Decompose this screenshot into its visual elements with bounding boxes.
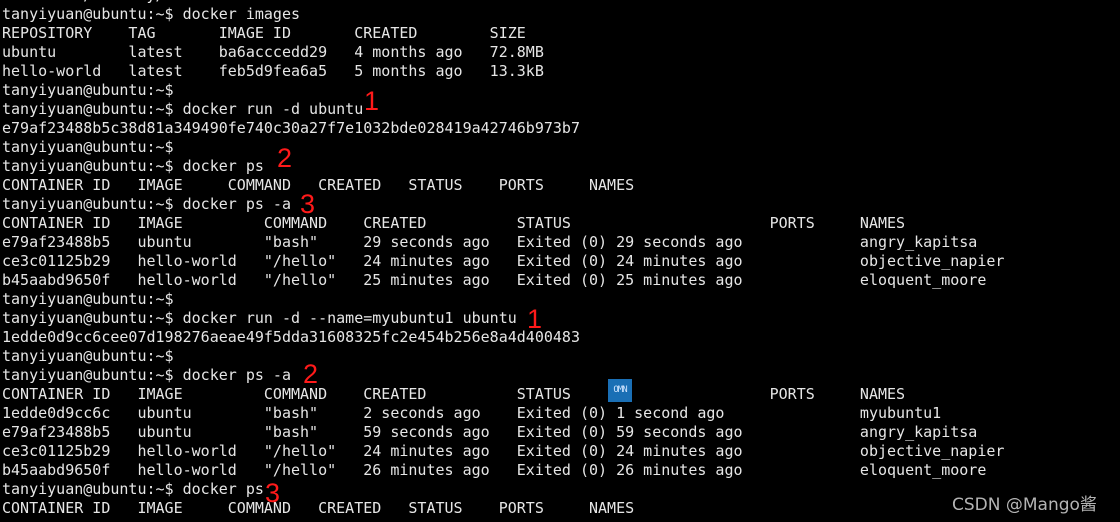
prompt-line: tanyiyuan@ubuntu:~$ docker ps -a: [2, 366, 291, 384]
output-line: b45aabd9650f hello-world "/hello" 26 min…: [2, 461, 987, 479]
output-line: ubuntu latest ba6acccedd29 4 months ago …: [2, 43, 544, 61]
output-line: CONTAINER ID IMAGE COMMAND CREATED STATU…: [2, 176, 635, 194]
output-line: 1edde0d9cc6c ubuntu "bash" 2 seconds ago…: [2, 404, 942, 422]
prompt-line: tanyiyuan@ubuntu:~$ docker ps -a: [2, 195, 291, 213]
output-line: ce3c01125b29 hello-world "/hello" 24 min…: [2, 252, 1005, 270]
output-line: CONTAINER ID IMAGE COMMAND CREATED STATU…: [2, 499, 635, 517]
annotation-number: 3: [300, 189, 316, 219]
output-line: 1edde0d9cc6cee07d198276aeae49f5dda316083…: [2, 328, 580, 346]
output-line: e79af23488b5c38d81a349490fe740c30a27f7e1…: [2, 119, 580, 137]
annotation-number: 2: [303, 359, 319, 389]
prompt-line: tanyiyuan@ubuntu:~$ docker images: [2, 5, 301, 23]
annotation-number: 1: [364, 86, 380, 116]
annotation-number: 2: [277, 143, 293, 173]
terminal-output[interactable]: docker.io/library/ubuntu:latesttanyiyuan…: [2, 0, 1004, 518]
output-line: ce3c01125b29 hello-world "/hello" 24 min…: [2, 442, 1005, 460]
prompt-line: tanyiyuan@ubuntu:~$ docker run -d ubuntu: [2, 100, 364, 118]
prompt-line: tanyiyuan@ubuntu:~$ docker ps: [2, 480, 264, 498]
output-line: CONTAINER ID IMAGE COMMAND CREATED STATU…: [2, 385, 906, 403]
output-line: REPOSITORY TAG IMAGE ID CREATED SIZE: [2, 24, 526, 42]
output-line: hello-world latest feb5d9fea6a5 5 months…: [2, 62, 544, 80]
prompt-line: tanyiyuan@ubuntu:~$: [2, 81, 174, 99]
prompt-line: tanyiyuan@ubuntu:~$: [2, 290, 174, 308]
output-line: e79af23488b5 ubuntu "bash" 29 seconds ag…: [2, 233, 978, 251]
prompt-line: tanyiyuan@ubuntu:~$: [2, 138, 174, 156]
annotation-number: 1: [527, 304, 543, 334]
annotation-number: 3: [265, 478, 281, 508]
prompt-line: tanyiyuan@ubuntu:~$ docker ps: [2, 157, 264, 175]
watermark: CSDN @Mango酱: [952, 495, 1097, 515]
prompt-line: tanyiyuan@ubuntu:~$: [2, 347, 174, 365]
prompt-line: tanyiyuan@ubuntu:~$ docker run -d --name…: [2, 309, 517, 327]
output-line: b45aabd9650f hello-world "/hello" 25 min…: [2, 271, 987, 289]
output-line: CONTAINER ID IMAGE COMMAND CREATED STATU…: [2, 214, 906, 232]
output-line: e79af23488b5 ubuntu "bash" 59 seconds ag…: [2, 423, 978, 441]
input-method-icon[interactable]: OMN: [608, 379, 632, 402]
